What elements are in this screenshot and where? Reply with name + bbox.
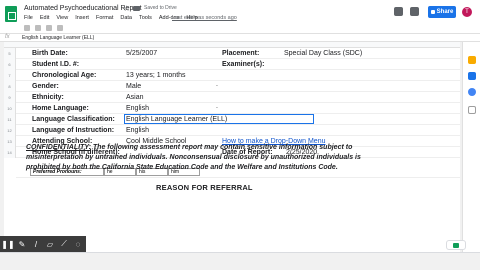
- chronological-age-label: Chronological Age:: [32, 72, 97, 79]
- add-icon[interactable]: [468, 106, 476, 114]
- language-instruction-value[interactable]: English: [126, 127, 149, 134]
- google-sheets-icon[interactable]: [5, 6, 17, 22]
- pause-icon[interactable]: ❚❚: [1, 239, 14, 249]
- row-number[interactable]: 11: [4, 114, 16, 125]
- pen-icon[interactable]: ✎: [17, 239, 27, 249]
- menu-insert[interactable]: Insert: [75, 15, 89, 21]
- row-number[interactable]: 13: [4, 136, 16, 147]
- menu-format[interactable]: Format: [96, 15, 113, 21]
- paint-format-icon[interactable]: [57, 25, 63, 31]
- formula-input[interactable]: English Language Learner (ELL): [22, 35, 94, 41]
- table-row: Ethnicity: Asian: [16, 92, 460, 103]
- menu-view[interactable]: View: [56, 15, 68, 21]
- share-button-label: Share: [436, 9, 454, 15]
- undo-icon[interactable]: [24, 25, 30, 31]
- ethnicity-label: Ethnicity:: [32, 94, 64, 101]
- table-row: Language Classification: English Languag…: [16, 114, 460, 125]
- marker-icon[interactable]: /: [31, 239, 41, 249]
- gender-label: Gender:: [32, 83, 59, 90]
- home-language-value[interactable]: English: [126, 105, 149, 112]
- birth-date-label: Birth Date:: [32, 50, 68, 57]
- language-classification-value[interactable]: English Language Learner (ELL): [126, 116, 227, 123]
- menu-tools[interactable]: Tools: [139, 15, 152, 21]
- row-number[interactable]: 6: [4, 59, 16, 70]
- annotation-toolbar: ❚❚ ✎ / ▱ ⟋ ◌: [0, 236, 86, 252]
- row-number[interactable]: 9: [4, 92, 16, 103]
- section-heading: REASON FOR REFERRAL: [156, 183, 253, 192]
- toolbar: [0, 22, 480, 34]
- table-row: Home Language: English .: [16, 103, 460, 114]
- menu-data[interactable]: Data: [120, 15, 132, 21]
- tasks-icon[interactable]: [468, 72, 476, 80]
- sheet-tabs-bar: [0, 252, 480, 270]
- eraser-icon[interactable]: ▱: [45, 239, 55, 249]
- share-button[interactable]: Share: [428, 6, 456, 18]
- row-number[interactable]: 14: [4, 147, 16, 158]
- menu-file[interactable]: File: [24, 15, 33, 21]
- row-number[interactable]: 7: [4, 70, 16, 81]
- placement-label: Placement:: [222, 50, 260, 57]
- student-id-label: Student I.D. #:: [32, 61, 80, 68]
- comment-icon[interactable]: [394, 7, 403, 16]
- dropdown-marker[interactable]: .: [216, 81, 218, 88]
- line-icon[interactable]: ⟋: [59, 239, 69, 249]
- lock-icon: [430, 10, 435, 14]
- table-row: Chronological Age: 13 years; 1 months: [16, 70, 460, 81]
- language-classification-label: Language Classification:: [32, 116, 115, 123]
- fx-icon: fx: [5, 34, 10, 40]
- circle-icon[interactable]: ◌: [73, 239, 83, 249]
- print-icon[interactable]: [46, 25, 52, 31]
- placement-value[interactable]: Special Day Class (SDC): [284, 50, 362, 57]
- language-instruction-label: Language of Instruction:: [32, 127, 115, 134]
- row-number[interactable]: 10: [4, 103, 16, 114]
- table-row: Language of Instruction: English: [16, 125, 460, 136]
- keep-icon[interactable]: [468, 56, 476, 64]
- explore-button[interactable]: [446, 240, 466, 250]
- row-number[interactable]: 12: [4, 125, 16, 136]
- dropdown-marker[interactable]: .: [216, 103, 218, 110]
- row-number[interactable]: 5: [4, 48, 16, 59]
- confidentiality-notice: CONFIDENTIALITY: The following assessmen…: [26, 143, 376, 173]
- table-row: Student I.D. #: Examiner(s):: [16, 59, 460, 70]
- last-edit-link[interactable]: Last edit was seconds ago: [172, 15, 237, 21]
- formula-bar: fx English Language Learner (ELL): [0, 34, 480, 42]
- calendar-icon[interactable]: [468, 88, 476, 96]
- chronological-age-value[interactable]: 13 years; 1 months: [126, 72, 186, 79]
- table-row: Gender: Male .: [16, 81, 460, 92]
- toolbar-icons: [24, 25, 63, 31]
- sheets-window: Automated Psychoeducational Report ☆ Sav…: [0, 0, 480, 270]
- gender-value[interactable]: Male: [126, 83, 141, 90]
- save-status: Saved to Drive: [144, 5, 177, 11]
- star-icon[interactable]: ☆: [123, 4, 130, 13]
- side-panel: [462, 42, 480, 252]
- table-row: Birth Date: 5/25/2007 Placement: Special…: [16, 48, 460, 59]
- examiner-label: Examiner(s):: [222, 61, 265, 68]
- avatar[interactable]: T: [462, 7, 472, 17]
- home-language-label: Home Language:: [32, 105, 89, 112]
- redo-icon[interactable]: [35, 25, 41, 31]
- present-icon[interactable]: [410, 7, 419, 16]
- confidentiality-heading: CONFIDENTIALITY:: [26, 144, 91, 151]
- birth-date-value[interactable]: 5/25/2007: [126, 50, 157, 57]
- folder-icon[interactable]: [133, 6, 140, 11]
- ethnicity-value[interactable]: Asian: [126, 94, 144, 101]
- menu-edit[interactable]: Edit: [40, 15, 49, 21]
- row-number[interactable]: 8: [4, 81, 16, 92]
